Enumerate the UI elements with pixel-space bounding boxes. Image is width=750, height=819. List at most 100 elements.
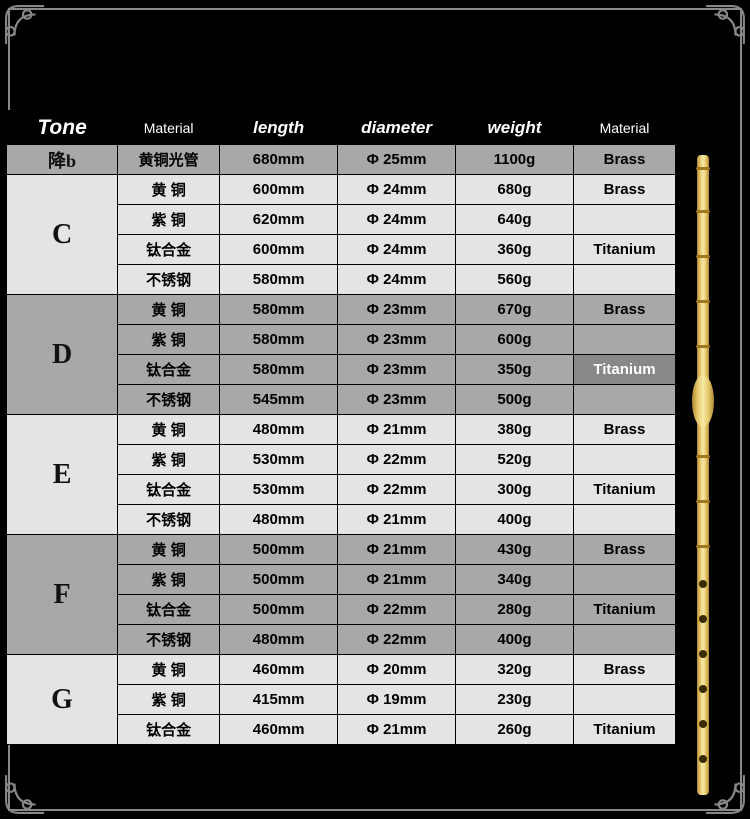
length-cell: 620mm xyxy=(220,205,338,235)
length-cell: 500mm xyxy=(220,595,338,625)
material-cn-cell: 不锈钢 xyxy=(118,385,220,415)
length-cell: 600mm xyxy=(220,235,338,265)
col-length: length xyxy=(220,111,338,145)
length-cell: 530mm xyxy=(220,445,338,475)
diameter-cell: Φ 24mm xyxy=(338,265,456,295)
diameter-cell: Φ 21mm xyxy=(338,415,456,445)
col-material-cn: Material xyxy=(118,111,220,145)
weight-cell: 430g xyxy=(456,535,574,565)
tone-cell: 降b xyxy=(7,145,118,175)
table-row: C黄 铜600mmΦ 24mm680gBrass xyxy=(7,175,676,205)
diameter-cell: Φ 21mm xyxy=(338,505,456,535)
weight-cell: 280g xyxy=(456,595,574,625)
length-cell: 460mm xyxy=(220,715,338,745)
length-cell: 500mm xyxy=(220,535,338,565)
tone-cell: F xyxy=(7,535,118,655)
diameter-cell: Φ 21mm xyxy=(338,565,456,595)
length-cell: 580mm xyxy=(220,265,338,295)
material-en-cell: Brass xyxy=(573,175,675,205)
material-cn-cell: 黄 铜 xyxy=(118,655,220,685)
diameter-cell: Φ 21mm xyxy=(338,535,456,565)
material-en-cell: Brass xyxy=(573,415,675,445)
weight-cell: 640g xyxy=(456,205,574,235)
material-cn-cell: 钛合金 xyxy=(118,595,220,625)
diameter-cell: Φ 19mm xyxy=(338,685,456,715)
corner-ornament-icon xyxy=(704,4,746,46)
tone-cell: E xyxy=(7,415,118,535)
corner-ornament-icon xyxy=(4,4,46,46)
weight-cell: 670g xyxy=(456,295,574,325)
diameter-cell: Φ 22mm xyxy=(338,625,456,655)
diameter-cell: Φ 25mm xyxy=(338,145,456,175)
diameter-cell: Φ 22mm xyxy=(338,445,456,475)
corner-ornament-icon xyxy=(4,773,46,815)
col-diameter: diameter xyxy=(338,111,456,145)
weight-cell: 1100g xyxy=(456,145,574,175)
table-row: G黄 铜460mmΦ 20mm320gBrass xyxy=(7,655,676,685)
length-cell: 600mm xyxy=(220,175,338,205)
length-cell: 460mm xyxy=(220,655,338,685)
material-en-cell: Brass xyxy=(573,295,675,325)
diameter-cell: Φ 24mm xyxy=(338,175,456,205)
weight-cell: 300g xyxy=(456,475,574,505)
table-header-row: Tone Material length diameter weight Mat… xyxy=(7,111,676,145)
table-row: F黄 铜500mmΦ 21mm430gBrass xyxy=(7,535,676,565)
material-en-cell: Brass xyxy=(573,145,675,175)
length-cell: 580mm xyxy=(220,325,338,355)
material-en-cell: Titanium xyxy=(573,475,675,505)
material-en-cell xyxy=(573,565,675,595)
material-cn-cell: 黄 铜 xyxy=(118,295,220,325)
material-cn-cell: 不锈钢 xyxy=(118,625,220,655)
material-cn-cell: 紫 铜 xyxy=(118,565,220,595)
weight-cell: 400g xyxy=(456,505,574,535)
weight-cell: 400g xyxy=(456,625,574,655)
diameter-cell: Φ 24mm xyxy=(338,235,456,265)
material-en-cell: Titanium xyxy=(573,715,675,745)
material-en-cell: Titanium xyxy=(573,595,675,625)
material-cn-cell: 黄 铜 xyxy=(118,415,220,445)
diameter-cell: Φ 22mm xyxy=(338,475,456,505)
material-en-cell xyxy=(573,625,675,655)
diameter-cell: Φ 24mm xyxy=(338,205,456,235)
col-material-en: Material xyxy=(573,111,675,145)
length-cell: 500mm xyxy=(220,565,338,595)
material-en-cell xyxy=(573,505,675,535)
length-cell: 680mm xyxy=(220,145,338,175)
col-tone: Tone xyxy=(7,111,118,145)
weight-cell: 360g xyxy=(456,235,574,265)
weight-cell: 340g xyxy=(456,565,574,595)
material-cn-cell: 不锈钢 xyxy=(118,265,220,295)
material-en-cell xyxy=(573,325,675,355)
length-cell: 580mm xyxy=(220,295,338,325)
material-en-cell xyxy=(573,685,675,715)
table-row: E黄 铜480mmΦ 21mm380gBrass xyxy=(7,415,676,445)
xiao-flute-image xyxy=(686,155,722,795)
weight-cell: 600g xyxy=(456,325,574,355)
weight-cell: 680g xyxy=(456,175,574,205)
material-en-cell: Brass xyxy=(573,535,675,565)
material-cn-cell: 钛合金 xyxy=(118,235,220,265)
material-cn-cell: 紫 铜 xyxy=(118,325,220,355)
table-row: D黄 铜580mmΦ 23mm670gBrass xyxy=(7,295,676,325)
length-cell: 530mm xyxy=(220,475,338,505)
material-en-cell xyxy=(573,445,675,475)
material-cn-cell: 钛合金 xyxy=(118,475,220,505)
material-cn-cell: 紫 铜 xyxy=(118,205,220,235)
material-en-cell: Brass xyxy=(573,655,675,685)
weight-cell: 500g xyxy=(456,385,574,415)
material-en-cell xyxy=(573,385,675,415)
diameter-cell: Φ 23mm xyxy=(338,295,456,325)
diameter-cell: Φ 22mm xyxy=(338,595,456,625)
material-cn-cell: 不锈钢 xyxy=(118,505,220,535)
material-cn-cell: 钛合金 xyxy=(118,355,220,385)
tone-cell: D xyxy=(7,295,118,415)
weight-cell: 320g xyxy=(456,655,574,685)
weight-cell: 350g xyxy=(456,355,574,385)
material-cn-cell: 黄铜光管 xyxy=(118,145,220,175)
spec-table: Tone Material length diameter weight Mat… xyxy=(6,110,676,745)
material-cn-cell: 钛合金 xyxy=(118,715,220,745)
diameter-cell: Φ 23mm xyxy=(338,385,456,415)
weight-cell: 380g xyxy=(456,415,574,445)
length-cell: 545mm xyxy=(220,385,338,415)
length-cell: 415mm xyxy=(220,685,338,715)
